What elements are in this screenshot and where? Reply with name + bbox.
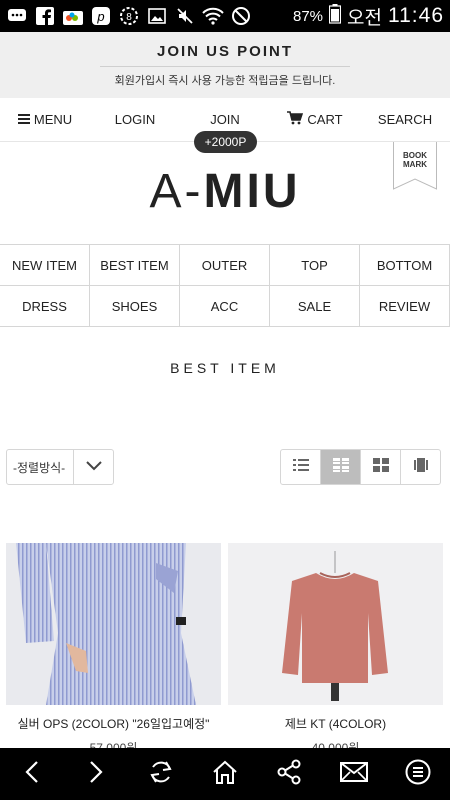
refresh-button[interactable] [141,754,181,794]
site-logo[interactable]: A-MIU [0,164,450,219]
gallery-view-icon [372,457,389,477]
category-bottom[interactable]: BOTTOM [360,245,450,286]
product-name[interactable]: 실버 OPS (2COLOR) "26일입고예정" [6,715,221,732]
category-dress[interactable]: DRESS [0,286,90,327]
single-view-icon [413,457,429,478]
cart-icon [287,111,304,128]
join-label: JOIN [210,112,240,127]
chat-icon [6,6,28,26]
mail-button[interactable] [334,754,374,794]
menu-icon [405,759,431,790]
hamburger-icon [17,112,30,127]
banner-divider [100,66,350,67]
search-link[interactable]: SEARCH [360,112,450,127]
chevron-down-icon [85,458,102,476]
category-shoes[interactable]: SHOES [90,286,180,327]
sort-label: -정렬방식- [13,460,66,475]
bookmark-button[interactable]: BOOK MARK [393,142,437,190]
list-view-icon [292,458,309,476]
product-name[interactable]: 제브 KT (4COLOR) [228,715,443,732]
cart-label: CART [307,112,343,127]
join-banner[interactable]: JOIN US POINT 회원가입시 즉시 사용 가능한 적립금을 드립니다. [0,32,450,98]
category-sale[interactable]: SALE [270,286,360,327]
category-acc[interactable]: ACC [180,286,270,327]
category-top[interactable]: TOP [270,245,360,286]
join-link[interactable]: JOIN [180,112,270,127]
back-button[interactable] [12,754,52,794]
search-label: SEARCH [377,112,433,127]
share-icon [276,759,302,790]
mute-icon [174,6,196,26]
svg-text:8: 8 [126,12,132,23]
gallery-view-button[interactable] [361,450,401,484]
sort-select[interactable]: -정렬방식- [6,449,114,485]
status-bar: p 8 87% 오전 11:46 [0,0,450,32]
share-button[interactable] [269,754,309,794]
category-review[interactable]: REVIEW [360,286,450,327]
category-new-item[interactable]: NEW ITEM [0,245,90,286]
home-button[interactable] [205,754,245,794]
category-outer[interactable]: OUTER [180,245,270,286]
time-ampm: 오전 [347,7,382,29]
cart-link[interactable]: CART [270,111,360,128]
menu-label: MENU [33,112,73,127]
bookmark-line2: MARK [403,160,427,169]
browser-menu-button[interactable] [398,754,438,794]
product-image[interactable] [6,543,221,705]
battery-percent: 87% [293,7,324,25]
category-best-item[interactable]: BEST ITEM [90,245,180,286]
home-icon [212,759,238,790]
banner-subtitle: 회원가입시 즉시 사용 가능한 적립금을 드립니다. [114,75,336,87]
battery-icon [328,4,342,28]
logo-part1: A- [149,165,204,218]
category-grid: NEW ITEM BEST ITEM OUTER TOP BOTTOM DRES… [0,244,450,327]
logo-area: A-MIU BOOK MARK [0,142,450,244]
product-card[interactable]: 실버 OPS (2COLOR) "26일입고예정" 57,000원 [6,543,221,756]
forward-button[interactable] [76,754,116,794]
single-view-button[interactable] [401,450,440,484]
view-mode-toggle [280,449,441,485]
block-icon [230,6,252,26]
product-card[interactable]: 제브 KT (4COLOR) 40,000원 [228,543,443,756]
browser-bottom-bar [0,748,450,800]
product-image[interactable] [228,543,443,705]
login-link[interactable]: LOGIN [90,112,180,127]
list-view-button[interactable] [281,450,321,484]
logo-part2: MIU [203,165,301,218]
p-app-icon: p [90,6,112,26]
svg-text:p: p [96,9,104,24]
image-icon [146,6,168,26]
bookmark-line1: BOOK [403,151,427,160]
sync-icon: 8 [118,6,140,26]
refresh-icon [148,759,174,790]
clock: 11:46 [388,4,444,27]
forward-icon [88,760,104,789]
sort-dropdown-button[interactable] [73,450,113,484]
banner-title: JOIN US POINT [156,43,294,60]
mail-icon [339,761,368,788]
section-title: BEST ITEM [170,360,280,376]
wifi-icon [202,6,224,26]
photos-icon [62,6,84,26]
facebook-icon [34,6,56,26]
grid-view-button[interactable] [321,450,361,484]
back-icon [24,760,40,789]
menu-button[interactable]: MENU [0,112,90,127]
grid-view-icon [332,457,349,477]
login-label: LOGIN [114,112,156,127]
